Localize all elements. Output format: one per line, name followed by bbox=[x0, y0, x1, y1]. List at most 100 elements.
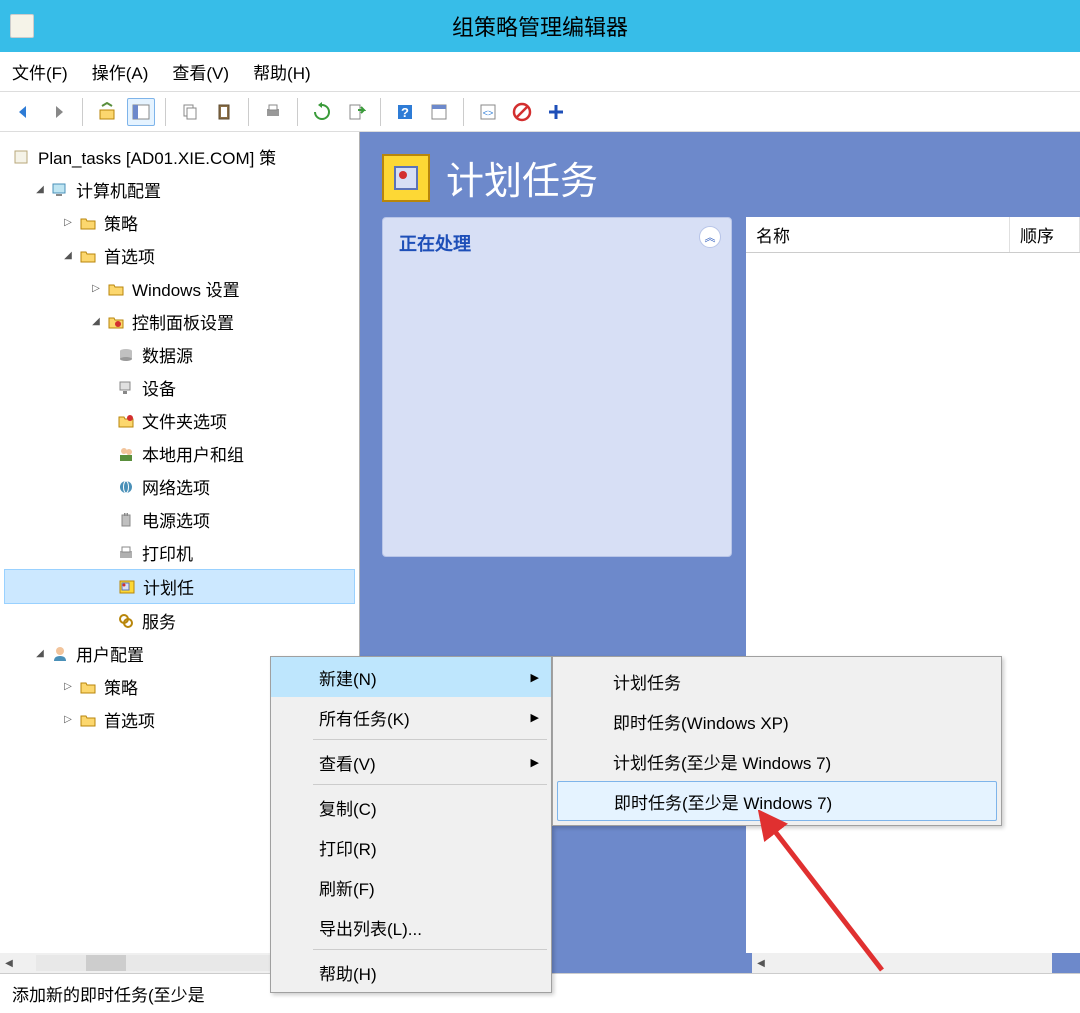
forward-button[interactable] bbox=[44, 98, 72, 126]
tree-label: 控制面板设置 bbox=[132, 309, 234, 334]
right-header: 计划任务 bbox=[360, 132, 1080, 217]
tree-label: 电源选项 bbox=[142, 507, 210, 532]
tree-folder-options[interactable]: 文件夹选项 bbox=[4, 404, 355, 437]
ctx-print[interactable]: 打印(R) bbox=[271, 827, 551, 867]
subctx-scheduled-task-win7[interactable]: 计划任务(至少是 Windows 7) bbox=[557, 741, 997, 781]
print-button[interactable] bbox=[259, 98, 287, 126]
tree-label: 数据源 bbox=[142, 342, 193, 367]
right-title: 计划任务 bbox=[446, 150, 598, 205]
submenu-arrow-icon: ▶ bbox=[531, 671, 539, 684]
scheduled-task-icon bbox=[117, 577, 137, 597]
menu-file[interactable]: 文件(F) bbox=[12, 59, 68, 84]
menu-help[interactable]: 帮助(H) bbox=[253, 59, 311, 84]
tree-services[interactable]: 服务 bbox=[4, 604, 355, 637]
ctx-all-tasks[interactable]: 所有任务(K)▶ bbox=[271, 697, 551, 737]
ctx-new[interactable]: 新建(N)▶ bbox=[271, 657, 551, 697]
ctx-view[interactable]: 查看(V)▶ bbox=[271, 742, 551, 782]
copy-button[interactable] bbox=[176, 98, 204, 126]
expand-icon[interactable]: ▷ bbox=[88, 281, 104, 297]
tree-power-options[interactable]: 电源选项 bbox=[4, 503, 355, 536]
table-scrollbar[interactable]: ◀ bbox=[752, 953, 1052, 973]
expand-icon[interactable]: ▷ bbox=[60, 215, 76, 231]
add-button[interactable] bbox=[542, 98, 570, 126]
users-icon bbox=[116, 444, 136, 464]
folder-icon bbox=[78, 677, 98, 697]
collapse-button[interactable]: ︽ bbox=[699, 226, 721, 248]
tree-label: 打印机 bbox=[142, 540, 193, 565]
tree-control-panel-settings[interactable]: ◢ 控制面板设置 bbox=[4, 305, 355, 338]
menu-view[interactable]: 查看(V) bbox=[172, 59, 229, 84]
column-name[interactable]: 名称 bbox=[746, 217, 1010, 252]
expand-icon[interactable]: ▷ bbox=[60, 712, 76, 728]
menu-separator bbox=[313, 739, 547, 740]
printer-icon bbox=[116, 543, 136, 563]
tree-label: 用户配置 bbox=[76, 641, 144, 666]
title-bar: 组策略管理编辑器 bbox=[0, 0, 1080, 52]
expand-icon[interactable]: ▷ bbox=[60, 679, 76, 695]
show-hide-button[interactable] bbox=[127, 98, 155, 126]
tree-label: 首选项 bbox=[104, 243, 155, 268]
filter-button[interactable]: <> bbox=[474, 98, 502, 126]
paste-button[interactable] bbox=[210, 98, 238, 126]
collapse-icon[interactable]: ◢ bbox=[88, 314, 104, 330]
task-table: 名称 顺序 bbox=[746, 217, 1080, 953]
processing-label: 正在处理 bbox=[399, 230, 715, 256]
tree-scheduled-tasks[interactable]: 计划任 bbox=[4, 569, 355, 604]
status-text: 添加新的即时任务(至少是 bbox=[12, 981, 205, 1006]
folder-icon bbox=[78, 246, 98, 266]
tree-preferences[interactable]: ◢ 首选项 bbox=[4, 239, 355, 272]
tree-printers[interactable]: 打印机 bbox=[4, 536, 355, 569]
help-button[interactable]: ? bbox=[391, 98, 419, 126]
folder-icon bbox=[106, 279, 126, 299]
menu-bar: 文件(F) 操作(A) 查看(V) 帮助(H) bbox=[0, 52, 1080, 92]
tree-policies[interactable]: ▷ 策略 bbox=[4, 206, 355, 239]
tree-local-users-groups[interactable]: 本地用户和组 bbox=[4, 437, 355, 470]
folder-icon bbox=[78, 213, 98, 233]
menu-action[interactable]: 操作(A) bbox=[92, 59, 149, 84]
tree-root[interactable]: Plan_tasks [AD01.XIE.COM] 策 bbox=[4, 140, 355, 173]
tree-data-sources[interactable]: 数据源 bbox=[4, 338, 355, 371]
user-icon bbox=[50, 644, 70, 664]
ctx-export-list[interactable]: 导出列表(L)... bbox=[271, 907, 551, 947]
folder-icon bbox=[106, 312, 126, 332]
tree-label: 策略 bbox=[104, 674, 138, 699]
collapse-icon[interactable]: ◢ bbox=[32, 182, 48, 198]
policy-icon bbox=[12, 147, 32, 167]
svg-text:?: ? bbox=[401, 105, 409, 120]
menu-separator bbox=[313, 784, 547, 785]
scroll-left-icon[interactable]: ◀ bbox=[0, 954, 18, 972]
collapse-icon[interactable]: ◢ bbox=[60, 248, 76, 264]
tree-label: 计算机配置 bbox=[76, 177, 161, 202]
tree-devices[interactable]: 设备 bbox=[4, 371, 355, 404]
tree-computer-config[interactable]: ◢ 计算机配置 bbox=[4, 173, 355, 206]
tree-label: 网络选项 bbox=[142, 474, 210, 499]
ctx-help[interactable]: 帮助(H) bbox=[271, 952, 551, 992]
submenu-arrow-icon: ▶ bbox=[531, 711, 539, 724]
network-icon bbox=[116, 477, 136, 497]
subctx-immediate-task-xp[interactable]: 即时任务(Windows XP) bbox=[557, 701, 997, 741]
svg-text:<>: <> bbox=[483, 108, 494, 118]
folder-options-icon bbox=[116, 411, 136, 431]
submenu-arrow-icon: ▶ bbox=[531, 756, 539, 769]
power-icon bbox=[116, 510, 136, 530]
export-button[interactable] bbox=[342, 98, 370, 126]
scroll-thumb[interactable] bbox=[86, 955, 126, 971]
column-order[interactable]: 顺序 bbox=[1010, 217, 1080, 252]
tree-label: 策略 bbox=[104, 210, 138, 235]
properties-button[interactable] bbox=[425, 98, 453, 126]
stop-button[interactable] bbox=[508, 98, 536, 126]
services-icon bbox=[116, 611, 136, 631]
table-header: 名称 顺序 bbox=[746, 217, 1080, 253]
up-button[interactable] bbox=[93, 98, 121, 126]
scroll-left-icon[interactable]: ◀ bbox=[752, 958, 770, 969]
tree-windows-settings[interactable]: ▷ Windows 设置 bbox=[4, 272, 355, 305]
collapse-icon[interactable]: ◢ bbox=[32, 646, 48, 662]
back-button[interactable] bbox=[10, 98, 38, 126]
ctx-copy[interactable]: 复制(C) bbox=[271, 787, 551, 827]
subctx-scheduled-task[interactable]: 计划任务 bbox=[557, 661, 997, 701]
app-icon bbox=[10, 14, 34, 38]
tree-network-options[interactable]: 网络选项 bbox=[4, 470, 355, 503]
ctx-refresh[interactable]: 刷新(F) bbox=[271, 867, 551, 907]
subctx-immediate-task-win7[interactable]: 即时任务(至少是 Windows 7) bbox=[557, 781, 997, 821]
refresh-button[interactable] bbox=[308, 98, 336, 126]
